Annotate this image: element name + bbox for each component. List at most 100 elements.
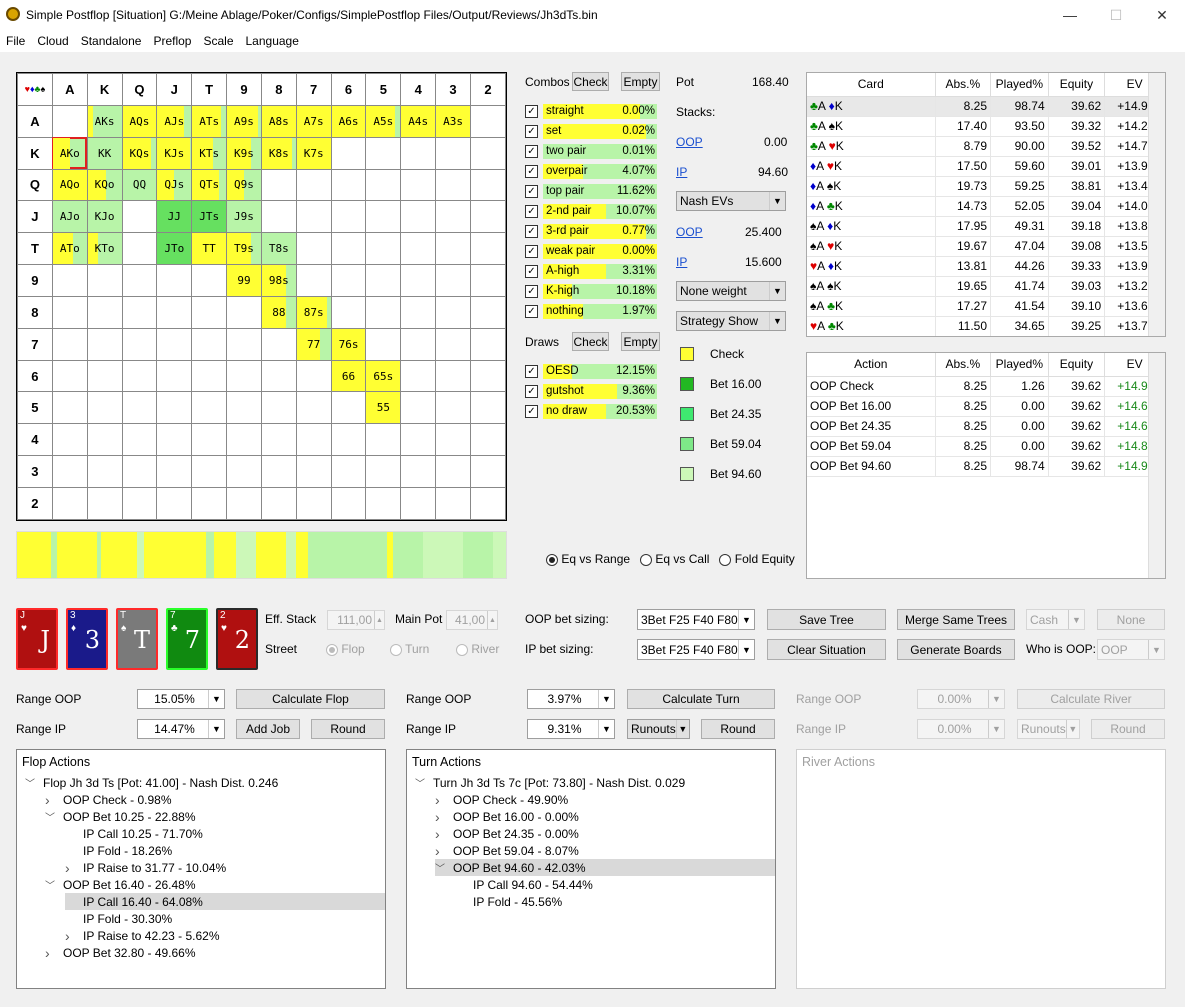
checkbox[interactable]: ✓ xyxy=(525,384,538,398)
hand-cell[interactable] xyxy=(365,136,402,170)
hand-cell[interactable] xyxy=(260,486,297,521)
hand-cell[interactable] xyxy=(51,264,88,297)
hand-cell[interactable] xyxy=(435,232,471,266)
hand-cell[interactable] xyxy=(365,232,402,266)
combos-row[interactable]: ✓ K-high 10.18% xyxy=(525,281,657,301)
hand-cell[interactable]: JJ xyxy=(156,200,193,234)
table-row[interactable]: ♣A ♦K 8.25 98.74 39.62 +14.994 xyxy=(807,96,1165,117)
menu-language[interactable]: Language xyxy=(240,34,305,48)
hand-cell[interactable] xyxy=(330,232,367,266)
hand-cell[interactable]: QTs xyxy=(191,168,228,202)
expand-arrow-icon[interactable]: ﹀ xyxy=(45,877,57,892)
river-range-ip-select[interactable]: 0.00% ▼ xyxy=(917,719,1005,739)
merge-trees-button[interactable]: Merge Same Trees xyxy=(897,609,1015,630)
hand-cell[interactable]: T9s xyxy=(226,232,262,266)
river-round-button[interactable]: Round xyxy=(1091,719,1165,739)
hand-cell[interactable]: 76s xyxy=(330,327,367,361)
street-flop-radio[interactable]: Flop xyxy=(326,642,365,656)
clear-situation-button[interactable]: Clear Situation xyxy=(767,639,886,660)
hand-cell[interactable]: AKo xyxy=(51,136,88,170)
combos-row[interactable]: ✓ 2-nd pair 10.07% xyxy=(525,201,657,221)
hand-cell[interactable] xyxy=(191,359,228,393)
checkbox[interactable]: ✓ xyxy=(525,184,538,198)
hand-cell[interactable] xyxy=(295,391,332,425)
hand-cell[interactable]: A4s xyxy=(400,104,437,138)
ip-ev-link[interactable]: IP xyxy=(676,255,687,269)
hand-cell[interactable]: A3s xyxy=(435,104,471,138)
tree-node[interactable]: › OOP Bet 59.04 - 8.07% xyxy=(435,842,579,859)
expand-arrow-icon[interactable]: › xyxy=(65,928,77,944)
hand-cell[interactable]: AQs xyxy=(121,104,158,138)
hand-cell[interactable] xyxy=(260,391,297,425)
tree-node[interactable]: IP Fold - 45.56% xyxy=(455,893,562,910)
hand-cell[interactable]: K8s xyxy=(260,136,297,170)
column-header[interactable]: Abs.% xyxy=(935,73,992,97)
hand-cell[interactable] xyxy=(156,486,193,521)
expand-arrow-icon[interactable]: › xyxy=(435,843,447,859)
hand-cell[interactable] xyxy=(260,423,297,457)
hand-cell[interactable] xyxy=(469,359,507,393)
board-card[interactable]: J ♥ J xyxy=(16,608,58,670)
tree-node[interactable]: ﹀ Turn Jh 3d Ts 7c [Pot: 73.80] - Nash Di… xyxy=(415,774,685,791)
hand-cell[interactable] xyxy=(365,455,402,488)
table-row[interactable]: ♦A ♣K 14.73 52.05 39.04 +14.037 xyxy=(807,196,1165,217)
hand-cell[interactable] xyxy=(191,295,228,329)
tree-node[interactable]: › OOP Check - 49.90% xyxy=(435,791,568,808)
oop-link[interactable]: OOP xyxy=(676,135,703,149)
flop-range-oop-select[interactable]: 15.05% ▼ xyxy=(137,689,225,709)
expand-arrow-icon[interactable]: › xyxy=(435,792,447,808)
hand-cell[interactable] xyxy=(51,359,88,393)
hand-cell[interactable]: AJs xyxy=(156,104,193,138)
eff-stack-input[interactable]: 111,00 ▲ xyxy=(327,610,385,630)
hand-cell[interactable] xyxy=(330,295,367,329)
combos-row[interactable]: ✓ 3-rd pair 0.77% xyxy=(525,221,657,241)
hand-cell[interactable] xyxy=(51,423,88,457)
river-range-oop-select[interactable]: 0.00% ▼ xyxy=(917,689,1005,709)
column-header[interactable]: Card xyxy=(807,73,936,97)
combos-row[interactable]: ✓ nothing 1.97% xyxy=(525,301,657,321)
hand-cell[interactable] xyxy=(469,136,507,170)
hand-cell[interactable]: KJo xyxy=(86,200,123,234)
hand-cell[interactable]: A5s xyxy=(365,104,402,138)
hand-cell[interactable] xyxy=(226,391,262,425)
tree-node[interactable]: ﹀ Flop Jh 3d Ts [Pot: 41.00] - Nash Dist.… xyxy=(25,774,278,791)
hand-cell[interactable]: KTo xyxy=(86,232,123,266)
hand-cell[interactable] xyxy=(260,200,297,234)
draws-row[interactable]: ✓ no draw 20.53% xyxy=(525,401,657,421)
expand-arrow-icon[interactable]: ﹀ xyxy=(435,860,447,875)
hand-cell[interactable] xyxy=(400,168,437,202)
hand-cell[interactable]: 66 xyxy=(330,359,367,393)
draws-check-button[interactable]: Check xyxy=(572,332,609,351)
hand-cell[interactable] xyxy=(86,264,123,297)
expand-arrow-icon[interactable]: › xyxy=(45,945,57,961)
card-table-scrollbar[interactable] xyxy=(1148,73,1165,336)
cash-select[interactable]: Cash ▼ xyxy=(1026,609,1085,630)
hand-cell[interactable] xyxy=(295,455,332,488)
checkbox[interactable]: ✓ xyxy=(525,364,538,378)
checkbox[interactable]: ✓ xyxy=(525,404,538,418)
hand-cell[interactable] xyxy=(330,264,367,297)
hand-cell[interactable]: QQ xyxy=(121,168,158,202)
combos-row[interactable]: ✓ straight 0.00% xyxy=(525,101,657,121)
tree-node[interactable]: › OOP Bet 32.80 - 49.66% xyxy=(45,944,196,961)
combos-empty-button[interactable]: Empty xyxy=(621,72,660,91)
table-row[interactable]: ♥A ♣K 11.50 34.65 39.25 +13.762 xyxy=(807,316,1165,336)
hand-cell[interactable] xyxy=(435,136,471,170)
tree-node[interactable]: › OOP Check - 0.98% xyxy=(45,791,172,808)
oop-sizing-select[interactable]: 3Bet F25 F40 F80 ▼ xyxy=(637,609,755,630)
table-row[interactable]: ♣A ♥K 8.79 90.00 39.52 +14.720 xyxy=(807,136,1165,157)
hand-cell[interactable] xyxy=(260,455,297,488)
table-row[interactable]: ♠A ♠K 19.65 41.74 39.03 +13.218 xyxy=(807,276,1165,297)
eq-vs-call-radio[interactable]: Eq vs Call xyxy=(640,552,709,566)
hand-cell[interactable] xyxy=(365,486,402,521)
hand-cell[interactable] xyxy=(121,391,158,425)
table-row[interactable]: OOP Bet 16.00 8.25 0.00 39.62 +14.659 xyxy=(807,396,1165,417)
hand-cell[interactable] xyxy=(86,327,123,361)
hand-cell[interactable] xyxy=(330,455,367,488)
hand-cell[interactable] xyxy=(330,168,367,202)
street-turn-radio[interactable]: Turn xyxy=(390,642,429,656)
hand-cell[interactable]: 87s xyxy=(295,295,332,329)
combos-row[interactable]: ✓ top pair 11.62% xyxy=(525,181,657,201)
hand-cell[interactable] xyxy=(51,391,88,425)
table-row[interactable]: ♠A ♥K 19.67 47.04 39.08 +13.561 xyxy=(807,236,1165,257)
